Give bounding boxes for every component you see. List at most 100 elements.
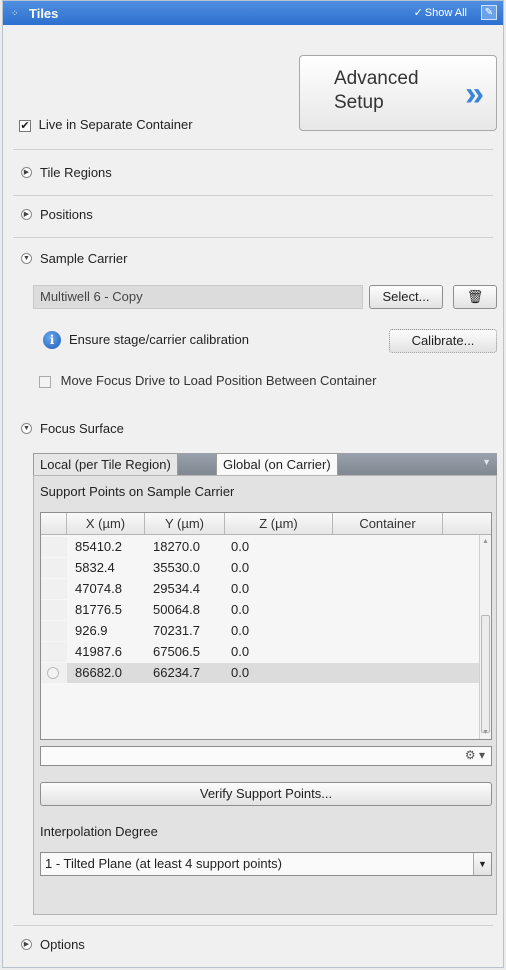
info-icon: i (43, 331, 61, 349)
section-focus-surface[interactable]: ▼ Focus Surface (21, 421, 124, 436)
cell-z: 0.0 (231, 623, 250, 638)
interpolation-degree-select[interactable]: 1 - Tilted Plane (at least 4 support poi… (40, 852, 492, 876)
select-carrier-button[interactable]: Select... (369, 285, 443, 309)
row-gutter (41, 537, 67, 557)
section-sample-carrier[interactable]: ▼ Sample Carrier (21, 251, 127, 266)
move-focus-option[interactable]: Move Focus Drive to Load Position Betwee… (39, 373, 376, 388)
chevron-down-icon[interactable]: ▼ (473, 853, 491, 875)
cell-y: 66234.7 (153, 665, 200, 680)
row-gutter (41, 579, 67, 599)
cell-y: 35530.0 (153, 560, 200, 575)
header-gutter (41, 513, 67, 535)
cell-x: 41987.6 (75, 644, 122, 659)
cell-x: 85410.2 (75, 539, 122, 554)
trash-icon: 🗑 (466, 289, 484, 304)
section-title: Focus Surface (40, 421, 124, 436)
scroll-up-icon[interactable]: ▲ (481, 537, 490, 546)
section-title: Options (40, 937, 85, 952)
cell-y: 18270.0 (153, 539, 200, 554)
tiles-panel: ⁘ Tiles ✓ Show All ✎ Advanced Setup » ✔ L… (2, 0, 504, 968)
support-points-label: Support Points on Sample Carrier (40, 484, 235, 499)
row-gutter (41, 642, 67, 662)
divider (13, 237, 493, 238)
divider (13, 149, 493, 150)
table-row[interactable]: 47074.8 29534.4 0.0 (41, 579, 481, 599)
tab-local[interactable]: Local (per Tile Region) (33, 453, 178, 475)
column-header-container[interactable]: Container (333, 513, 443, 535)
show-all-label: Show All (424, 7, 467, 19)
section-tile-regions[interactable]: ▶ Tile Regions (21, 165, 112, 180)
carrier-name-field: Multiwell 6 - Copy (33, 285, 363, 309)
section-positions[interactable]: ▶ Positions (21, 207, 93, 222)
cell-y: 70231.7 (153, 623, 200, 638)
section-title: Positions (40, 207, 93, 222)
table-row[interactable]: 81776.5 50064.8 0.0 (41, 600, 481, 620)
expand-icon[interactable]: ▶ (21, 167, 32, 178)
grip-icon[interactable]: ⁘ (11, 9, 23, 18)
focus-tab-content: Support Points on Sample Carrier X (µm) … (33, 475, 497, 915)
delete-carrier-button[interactable]: 🗑 (453, 285, 497, 309)
chevron-down-icon[interactable]: ▼ (482, 457, 491, 467)
table-scrollbar[interactable]: ▲ ▼ (479, 535, 491, 739)
section-options[interactable]: ▶ Options (21, 937, 85, 952)
live-separate-container-option[interactable]: ✔ Live in Separate Container (19, 117, 193, 132)
column-header-x[interactable]: X (µm) (67, 513, 145, 535)
row-gutter (41, 663, 67, 683)
cell-x: 5832.4 (75, 560, 115, 575)
cell-x: 81776.5 (75, 602, 122, 617)
tab-global[interactable]: Global (on Carrier) (216, 453, 338, 475)
live-separate-container-checkbox[interactable]: ✔ (19, 119, 31, 132)
cell-y: 29534.4 (153, 581, 200, 596)
row-gutter (41, 558, 67, 578)
divider (13, 925, 493, 926)
interpolation-degree-label: Interpolation Degree (40, 824, 158, 839)
live-separate-container-label: Live in Separate Container (38, 117, 193, 132)
ensure-calibration-text: Ensure stage/carrier calibration (69, 332, 249, 347)
row-gutter (41, 621, 67, 641)
support-points-table: X (µm) Y (µm) Z (µm) Container 85410.2 1… (40, 512, 492, 740)
collapse-icon[interactable]: ▼ (21, 253, 32, 264)
cell-z: 0.0 (231, 539, 250, 554)
table-footer: ⚙ ▾ (40, 746, 492, 766)
cell-z: 0.0 (231, 560, 250, 575)
move-focus-checkbox[interactable] (39, 375, 51, 388)
advanced-label: Advanced (334, 68, 419, 89)
scroll-down-icon[interactable]: ▼ (481, 728, 490, 737)
column-header-y[interactable]: Y (µm) (145, 513, 225, 535)
table-row[interactable]: 41987.6 67506.5 0.0 (41, 642, 481, 662)
verify-support-points-button[interactable]: Verify Support Points... (40, 782, 492, 806)
cell-z: 0.0 (231, 602, 250, 617)
panel-config-icon[interactable]: ✎ (481, 5, 497, 20)
cell-y: 67506.5 (153, 644, 200, 659)
focus-tab-bar: Local (per Tile Region) Global (on Carri… (33, 453, 497, 475)
cell-x: 47074.8 (75, 581, 122, 596)
panel-title: Tiles (29, 5, 59, 21)
section-title: Sample Carrier (40, 251, 128, 266)
gear-icon[interactable]: ⚙ ▾ (465, 748, 485, 762)
title-bar: ⁘ Tiles ✓ Show All ✎ (3, 1, 503, 25)
expand-icon[interactable]: ▶ (21, 209, 32, 220)
interpolation-degree-value: 1 - Tilted Plane (at least 4 support poi… (45, 856, 283, 871)
scrollbar-thumb[interactable] (481, 615, 490, 733)
section-title: Tile Regions (40, 165, 112, 180)
cell-z: 0.0 (231, 581, 250, 596)
advanced-setup-button[interactable]: Advanced Setup » (299, 55, 497, 131)
calibrate-button[interactable]: Calibrate... (389, 329, 497, 353)
double-chevron-right-icon: » (465, 75, 484, 113)
cell-x: 926.9 (75, 623, 108, 638)
collapse-icon[interactable]: ▼ (21, 423, 32, 434)
show-all-toggle[interactable]: ✓ Show All (414, 6, 467, 19)
cell-z: 0.0 (231, 665, 250, 680)
table-row-selected[interactable]: 86682.0 66234.7 0.0 (41, 663, 481, 683)
table-row[interactable]: 5832.4 35530.0 0.0 (41, 558, 481, 578)
expand-icon[interactable]: ▶ (21, 939, 32, 950)
check-icon: ✓ (413, 7, 423, 19)
setup-label: Setup (334, 92, 384, 113)
row-gutter (41, 600, 67, 620)
row-indicator-icon (47, 667, 59, 679)
column-header-z[interactable]: Z (µm) (225, 513, 333, 535)
divider (13, 195, 493, 196)
table-row[interactable]: 926.9 70231.7 0.0 (41, 621, 481, 641)
cell-z: 0.0 (231, 644, 250, 659)
table-row[interactable]: 85410.2 18270.0 0.0 (41, 537, 481, 557)
